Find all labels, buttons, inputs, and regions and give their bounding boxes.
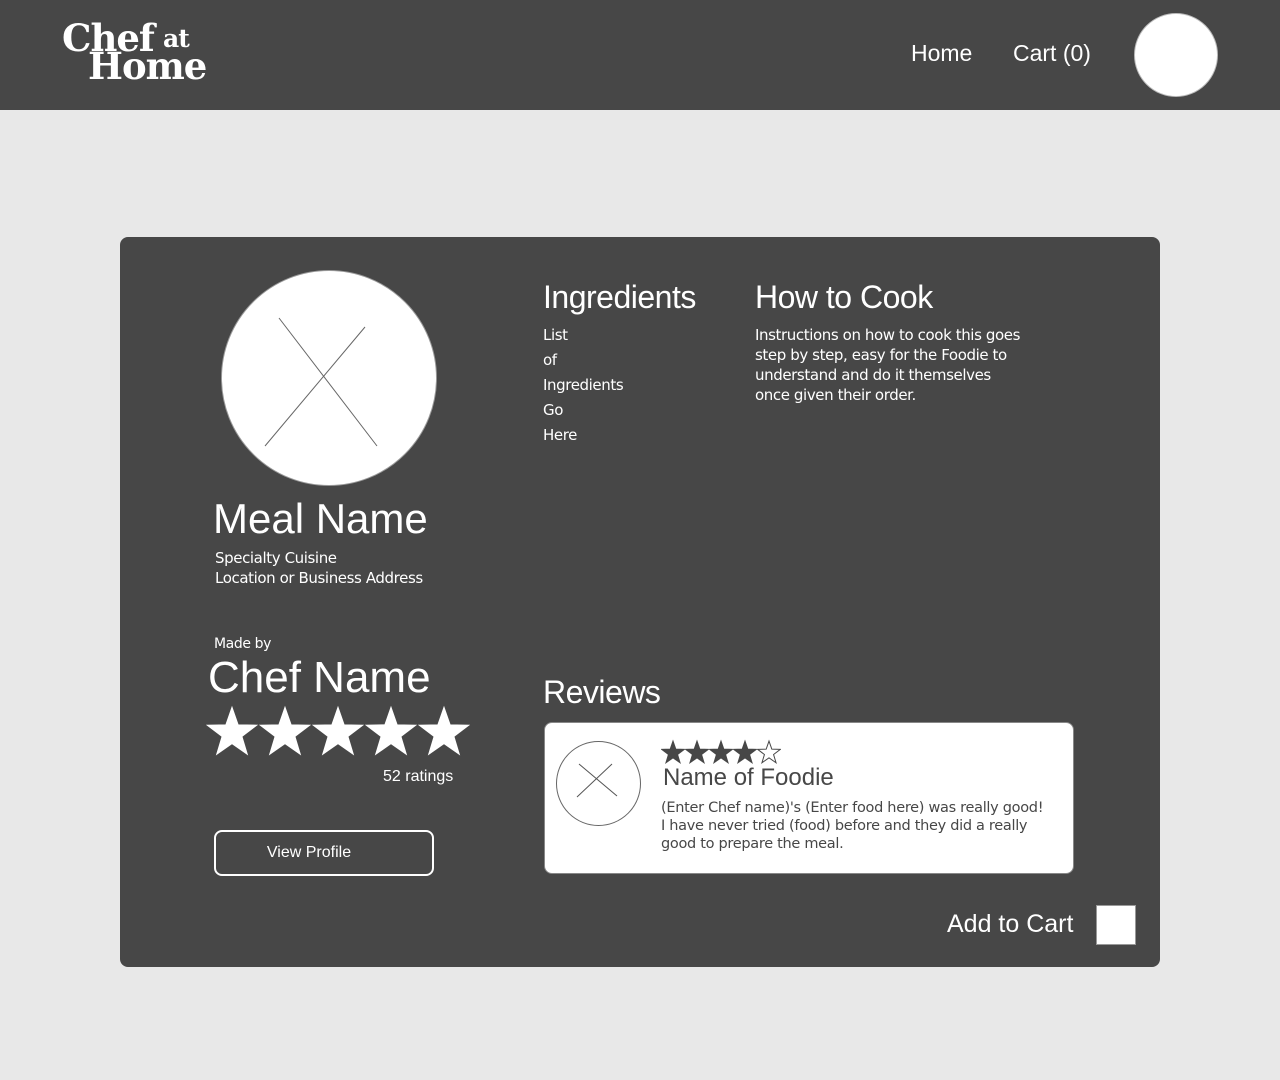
ingredient-item: Go: [543, 401, 564, 419]
star-filled-icon: [365, 705, 417, 756]
ingredients-list: List of Ingredients Go Here: [543, 325, 624, 450]
add-to-cart-checkbox[interactable]: [1096, 905, 1136, 945]
star-filled-icon: [709, 739, 733, 764]
ingredient-item: Here: [543, 426, 577, 444]
star-filled-icon: [685, 739, 709, 764]
how-to-cook-heading: How to Cook: [755, 279, 933, 315]
top-navigation-bar: Chef at Home Home Cart (0): [0, 0, 1280, 110]
ingredient-item: List: [543, 326, 568, 344]
view-profile-button[interactable]: View Profile: [214, 830, 434, 876]
foodie-avatar-placeholder-icon: [556, 741, 641, 826]
ingredient-item: of: [543, 351, 557, 369]
chef-at-home-logo[interactable]: Chef at Home: [62, 16, 222, 90]
add-to-cart-label: Add to Cart: [947, 910, 1074, 938]
star-filled-icon: [661, 739, 685, 764]
nav-home-link[interactable]: Home: [911, 40, 972, 67]
chef-name: Chef Name: [208, 653, 431, 702]
profile-avatar-icon[interactable]: [1134, 13, 1218, 97]
meal-name: Meal Name: [213, 495, 428, 542]
logo-word-home: Home: [88, 44, 207, 88]
meal-address: Location or Business Address: [215, 569, 423, 587]
star-filled-icon: [733, 739, 757, 764]
made-by-label: Made by: [214, 636, 271, 652]
star-filled-icon: [312, 705, 364, 756]
meal-image-placeholder-icon: [221, 270, 437, 486]
foodie-name: Name of Foodie: [663, 764, 834, 791]
meal-detail-card: Meal Name Specialty Cuisine Location or …: [120, 237, 1160, 967]
star-filled-icon: [206, 705, 258, 756]
ratings-count: 52 ratings: [383, 768, 454, 785]
meal-cuisine: Specialty Cuisine: [215, 549, 337, 567]
star-empty-icon: [757, 739, 781, 764]
nav-cart-link[interactable]: Cart (0): [1013, 40, 1091, 67]
ingredient-item: Ingredients: [543, 376, 624, 394]
how-to-cook-instructions: Instructions on how to cook this goes st…: [755, 326, 1021, 404]
ingredients-heading: Ingredients: [543, 279, 696, 315]
star-filled-icon: [259, 705, 311, 756]
review-card: Name of Foodie (Enter Chef name)'s (Ente…: [544, 722, 1074, 874]
star-filled-icon: [418, 705, 470, 756]
review-text: (Enter Chef name)'s (Enter food here) wa…: [661, 800, 1044, 852]
reviews-heading: Reviews: [543, 674, 661, 710]
